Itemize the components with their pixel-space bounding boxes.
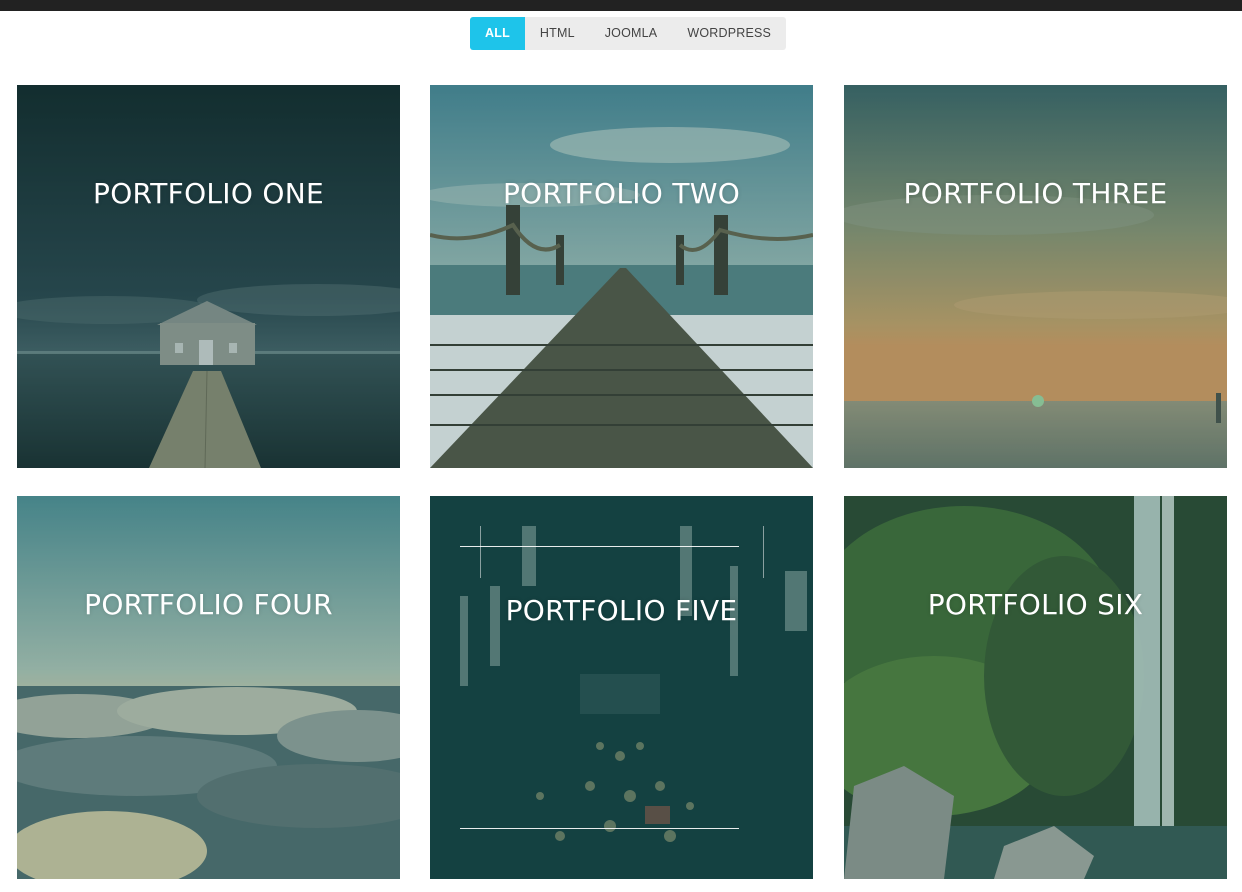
portfolio-item-six[interactable]: PORTFOLIO SIX	[844, 496, 1227, 879]
portfolio-item-five[interactable]: PORTFOLIO FIVE	[430, 496, 813, 879]
portfolio-item-one[interactable]: PORTFOLIO ONE	[17, 85, 400, 468]
tile-overlay	[844, 85, 1227, 468]
filter-all[interactable]: ALL	[470, 17, 525, 50]
tile-overlay	[17, 85, 400, 468]
tile-overlay	[430, 496, 813, 879]
tile-overlay	[430, 85, 813, 468]
filter-html[interactable]: HTML	[525, 17, 590, 50]
portfolio-title: PORTFOLIO TWO	[502, 177, 741, 210]
frame-right-line	[763, 526, 764, 578]
tile-overlay	[844, 496, 1227, 879]
portfolio-title: PORTFOLIO ONE	[93, 177, 324, 210]
portfolio-item-three[interactable]: PORTFOLIO THREE	[844, 85, 1227, 468]
frame-left-line	[480, 526, 481, 578]
portfolio-title: PORTFOLIO SIX	[927, 588, 1144, 621]
portfolio-title: PORTFOLIO FOUR	[84, 588, 333, 621]
frame-bottom-line	[460, 828, 739, 829]
filter-wordpress[interactable]: WORDPRESS	[672, 17, 786, 50]
frame-top-line	[460, 546, 739, 547]
portfolio-item-two[interactable]: PORTFOLIO TWO	[430, 85, 813, 468]
portfolio-title: PORTFOLIO FIVE	[505, 594, 738, 627]
tile-overlay	[17, 496, 400, 879]
top-bar	[0, 0, 1242, 11]
portfolio-filter-bar: ALL HTML JOOMLA WORDPRESS	[470, 17, 787, 50]
portfolio-item-four[interactable]: PORTFOLIO FOUR	[17, 496, 400, 879]
filter-joomla[interactable]: JOOMLA	[590, 17, 673, 50]
portfolio-title: PORTFOLIO THREE	[903, 177, 1168, 210]
